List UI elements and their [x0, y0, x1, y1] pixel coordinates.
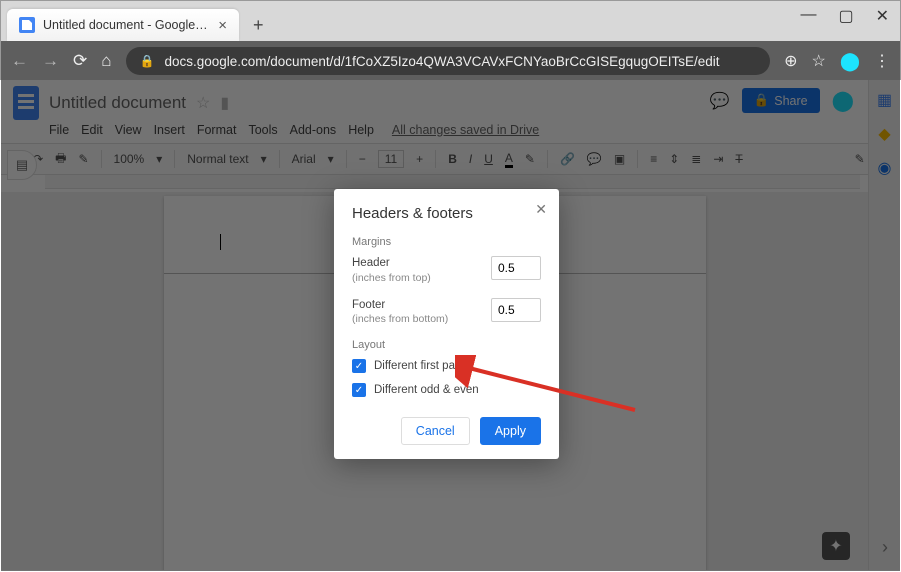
different-odd-even-label: Different odd & even [374, 384, 479, 396]
url-text: docs.google.com/document/d/1fCoXZ5Izo4QW… [164, 54, 719, 69]
tab-title: Untitled document - Google Doc [43, 18, 210, 32]
menu-icon[interactable]: ⋮ [874, 51, 890, 71]
address-bar: ← → ⟳ ⌂ 🔒 docs.google.com/document/d/1fC… [1, 41, 900, 81]
window-controls: — ▢ ✕ [800, 6, 889, 26]
cancel-button[interactable]: Cancel [401, 417, 470, 445]
checkbox-checked-icon: ✓ [352, 359, 366, 373]
tab-bar: Untitled document - Google Doc × + [1, 1, 900, 41]
different-first-page-checkbox[interactable]: ✓ Different first page [352, 359, 541, 373]
header-margin-input[interactable] [491, 256, 541, 280]
checkbox-checked-icon: ✓ [352, 383, 366, 397]
extension-icon[interactable]: ⬤ [840, 51, 860, 72]
margins-section-label: Margins [352, 236, 541, 248]
different-odd-even-checkbox[interactable]: ✓ Different odd & even [352, 383, 541, 397]
footer-margin-label: Footer [352, 298, 448, 314]
footer-margin-sub: (inches from bottom) [352, 313, 448, 325]
bookmark-icon[interactable]: ☆ [812, 51, 826, 71]
browser-chrome: — ▢ ✕ Untitled document - Google Doc × +… [0, 0, 901, 80]
browser-tab[interactable]: Untitled document - Google Doc × [7, 9, 239, 41]
lock-icon: 🔒 [140, 54, 155, 68]
zoom-icon[interactable]: ⊕ [784, 51, 797, 71]
new-tab-button[interactable]: + [253, 15, 264, 36]
different-first-page-label: Different first page [374, 360, 468, 372]
dialog-title: Headers & footers [352, 205, 541, 222]
close-tab-icon[interactable]: × [218, 17, 227, 34]
maximize-button[interactable]: ▢ [838, 6, 853, 26]
back-icon[interactable]: ← [11, 51, 28, 71]
close-dialog-button[interactable]: ✕ [535, 201, 547, 218]
header-margin-label: Header [352, 256, 431, 272]
home-icon[interactable]: ⌂ [101, 51, 111, 71]
minimize-button[interactable]: — [800, 6, 816, 26]
footer-margin-input[interactable] [491, 298, 541, 322]
layout-section-label: Layout [352, 339, 541, 351]
docs-favicon-icon [19, 17, 35, 33]
close-window-button[interactable]: ✕ [876, 6, 889, 26]
apply-button[interactable]: Apply [480, 417, 541, 445]
reload-icon[interactable]: ⟳ [73, 51, 87, 71]
url-field[interactable]: 🔒 docs.google.com/document/d/1fCoXZ5Izo4… [126, 47, 771, 75]
headers-footers-dialog: ✕ Headers & footers Margins Header (inch… [334, 189, 559, 459]
forward-icon[interactable]: → [42, 51, 59, 71]
header-margin-sub: (inches from top) [352, 272, 431, 284]
